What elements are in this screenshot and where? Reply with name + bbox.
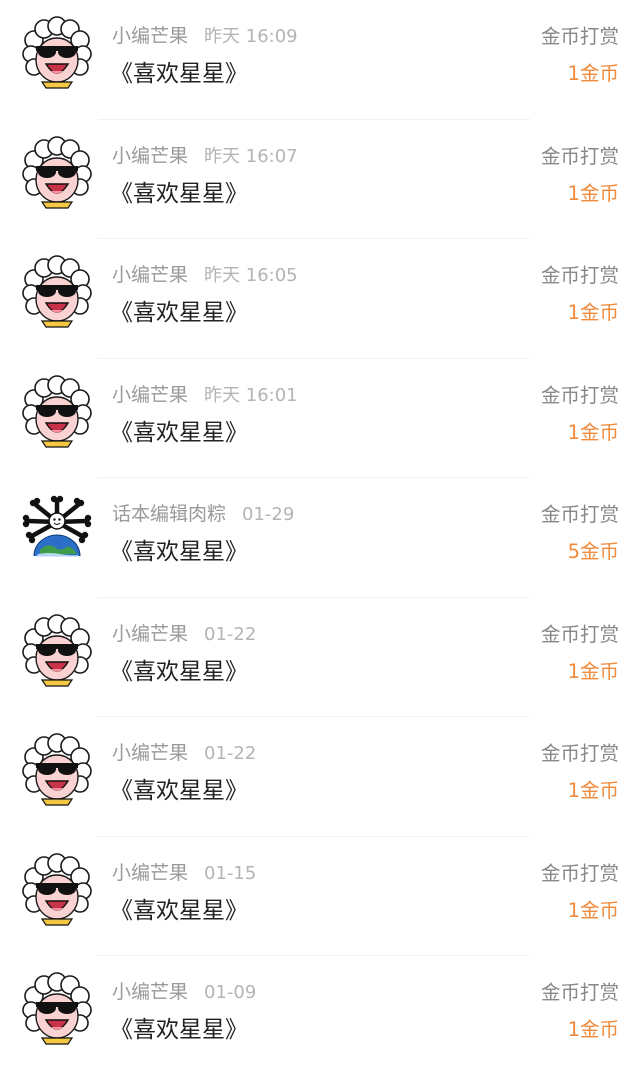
work-title[interactable]: 《喜欢星星》 xyxy=(110,895,248,927)
reward-time: 01-22 xyxy=(204,623,257,645)
sender-meta: 话本编辑肉粽 01-29 xyxy=(112,501,294,527)
reward-type: 金币打赏 xyxy=(540,383,619,407)
sender-name[interactable]: 小编芒果 xyxy=(112,981,188,1003)
sender-meta: 小编芒果 01-22 xyxy=(112,740,256,766)
sheep-sunglasses-avatar[interactable] xyxy=(20,135,94,210)
sender-meta: 小编芒果 昨天 16:07 xyxy=(112,143,298,169)
sender-name[interactable]: 小编芒果 xyxy=(112,384,188,406)
work-title[interactable]: 《喜欢星星》 xyxy=(110,656,248,688)
sheep-sunglasses-avatar[interactable] xyxy=(20,852,94,927)
reward-time: 01-15 xyxy=(204,862,257,884)
sender-name[interactable]: 小编芒果 xyxy=(112,862,188,884)
reward-amount: 1金币 xyxy=(567,1018,619,1041)
sender-name[interactable]: 小编芒果 xyxy=(112,145,188,167)
work-title[interactable]: 《喜欢星星》 xyxy=(110,1014,248,1046)
sender-meta: 小编芒果 昨天 16:05 xyxy=(112,262,298,288)
reward-amount: 1金币 xyxy=(567,779,619,802)
reward-amount: 1金币 xyxy=(567,62,619,85)
sheep-sunglasses-avatar[interactable] xyxy=(20,613,94,688)
work-title[interactable]: 《喜欢星星》 xyxy=(110,536,248,568)
list-item[interactable]: 小编芒果 昨天 16:07 《喜欢星星》 金币打赏 1金币 xyxy=(0,120,640,239)
sheep-sunglasses-avatar[interactable] xyxy=(20,972,94,1046)
work-title[interactable]: 《喜欢星星》 xyxy=(110,58,248,90)
reward-time: 01-29 xyxy=(242,504,295,525)
sender-meta: 小编芒果 01-15 xyxy=(112,860,256,886)
sender-name[interactable]: 小编芒果 xyxy=(112,25,188,47)
list-item[interactable]: 话本编辑肉粽 01-29 《喜欢星星》 金币打赏 5金币 xyxy=(0,478,640,598)
sheep-sunglasses-avatar[interactable] xyxy=(20,16,94,90)
list-item[interactable]: 小编芒果 昨天 16:01 《喜欢星星》 金币打赏 1金币 xyxy=(0,359,640,478)
reward-type: 金币打赏 xyxy=(540,264,619,287)
sender-meta: 小编芒果 昨天 16:09 xyxy=(112,23,298,49)
work-title[interactable]: 《喜欢星星》 xyxy=(110,417,248,449)
reward-type: 金币打赏 xyxy=(540,144,619,168)
list-item[interactable]: 小编芒果 01-22 《喜欢星星》 金币打赏 1金币 xyxy=(0,598,640,717)
reward-time: 昨天 16:07 xyxy=(204,145,298,167)
reward-time: 01-22 xyxy=(204,743,257,764)
list-item[interactable]: 小编芒果 昨天 16:09 《喜欢星星》 金币打赏 1金币 xyxy=(0,0,640,120)
sheep-sunglasses-avatar[interactable] xyxy=(20,374,94,449)
reward-time: 昨天 16:05 xyxy=(204,265,298,286)
sheep-sunglasses-avatar[interactable] xyxy=(20,733,94,807)
list-item[interactable]: 小编芒果 昨天 16:05 《喜欢星星》 金币打赏 1金币 xyxy=(0,239,640,359)
sender-meta: 小编芒果 01-22 xyxy=(112,621,256,647)
sender-name[interactable]: 话本编辑肉粽 xyxy=(112,503,226,525)
sender-meta: 小编芒果 昨天 16:01 xyxy=(112,382,298,408)
reward-time: 01-09 xyxy=(204,982,257,1003)
reward-amount: 1金币 xyxy=(567,898,619,922)
reward-type: 金币打赏 xyxy=(540,981,619,1004)
work-title[interactable]: 《喜欢星星》 xyxy=(110,775,248,807)
reward-type: 金币打赏 xyxy=(540,861,619,885)
reward-amount: 1金币 xyxy=(567,301,619,324)
reward-type: 金币打赏 xyxy=(540,622,619,646)
sender-name[interactable]: 小编芒果 xyxy=(112,742,188,764)
list-item[interactable]: 小编芒果 01-22 《喜欢星星》 金币打赏 1金币 xyxy=(0,717,640,837)
reward-amount: 1金币 xyxy=(567,659,619,683)
reward-time: 昨天 16:09 xyxy=(204,26,298,47)
reward-amount: 1金币 xyxy=(567,181,619,205)
reward-time: 昨天 16:01 xyxy=(204,384,298,406)
sheep-sunglasses-avatar[interactable] xyxy=(20,255,94,329)
work-title[interactable]: 《喜欢星星》 xyxy=(110,178,248,210)
sender-meta: 小编芒果 01-09 xyxy=(112,979,256,1005)
sender-name[interactable]: 小编芒果 xyxy=(112,264,188,286)
reward-amount: 5金币 xyxy=(567,540,619,563)
reward-amount: 1金币 xyxy=(567,420,619,444)
sender-name[interactable]: 小编芒果 xyxy=(112,623,188,645)
reward-type: 金币打赏 xyxy=(540,742,619,765)
work-title[interactable]: 《喜欢星星》 xyxy=(110,297,248,329)
reward-type: 金币打赏 xyxy=(540,25,619,48)
list-item[interactable]: 小编芒果 01-09 《喜欢星星》 金币打赏 1金币 xyxy=(0,956,640,1076)
reward-type: 金币打赏 xyxy=(540,503,619,526)
list-item[interactable]: 小编芒果 01-15 《喜欢星星》 金币打赏 1金币 xyxy=(0,837,640,956)
earth-bones-avatar[interactable] xyxy=(20,494,94,568)
